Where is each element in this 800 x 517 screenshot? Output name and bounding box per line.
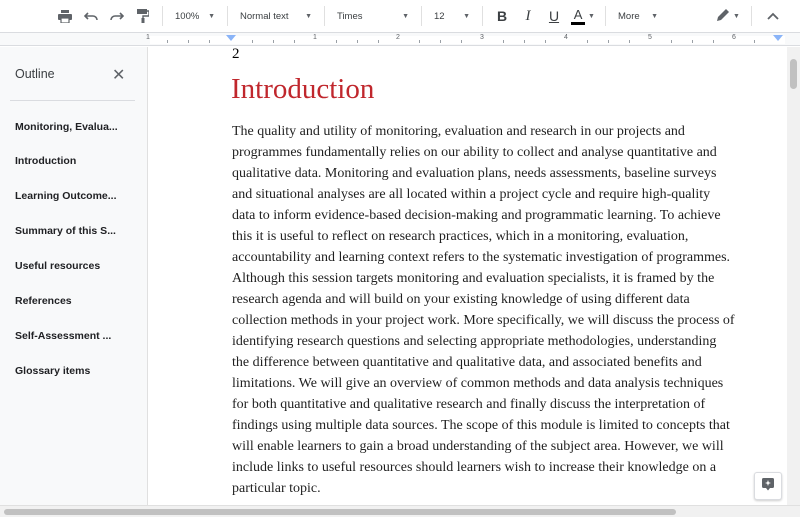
paragraph-line: the difference between quantitative and …	[232, 355, 702, 370]
bold-button[interactable]: B	[489, 0, 515, 33]
toolbar-divider	[605, 6, 606, 26]
close-icon[interactable]: ✕	[112, 65, 125, 85]
chevron-down-icon: ▼	[733, 12, 740, 20]
font-size-value: 12	[434, 10, 445, 22]
toolbar-divider	[482, 6, 483, 26]
paint-format-icon[interactable]	[130, 0, 156, 33]
ruler-number: 5	[648, 34, 652, 41]
document-paragraph[interactable]: The quality and utility of monitoring, e…	[232, 121, 787, 499]
ruler[interactable]: 1 1 2 3 4 5 6	[0, 33, 800, 46]
paragraph-line: will enable learners to gain a broad und…	[232, 439, 724, 454]
outline-divider	[10, 100, 135, 101]
paragraph-line: include links to useful resources should…	[232, 460, 717, 475]
font-size-select[interactable]: 12 ▼	[428, 0, 476, 33]
horizontal-scroll-thumb[interactable]	[4, 509, 676, 515]
ruler-number: 3	[480, 34, 484, 41]
undo-icon[interactable]	[78, 0, 104, 33]
right-indent-marker[interactable]	[773, 35, 783, 41]
outline-item[interactable]: Self-Assessment ...	[15, 330, 111, 342]
paragraph-line: research agenda and will build on your e…	[232, 292, 690, 307]
style-select[interactable]: Normal text ▼	[234, 0, 318, 33]
chevron-down-icon: ▼	[588, 12, 595, 20]
font-value: Times	[337, 10, 363, 22]
explore-button[interactable]	[754, 472, 782, 500]
explore-icon	[761, 477, 775, 496]
ruler-number: 6	[732, 34, 736, 41]
paragraph-line: accountability and learning context refe…	[232, 250, 731, 265]
paragraph-line: particular topic.	[232, 481, 321, 496]
outline-item[interactable]: Summary of this S...	[15, 225, 116, 237]
paragraph-line: for both quantitative and qualitative re…	[232, 397, 706, 412]
chevron-down-icon: ▼	[463, 12, 470, 20]
paragraph-line: The quality and utility of monitoring, e…	[232, 124, 685, 139]
paragraph-line: findings using multiple data sources. Th…	[232, 418, 730, 433]
outline-panel: Outline ✕ Monitoring, Evalua... Introduc…	[0, 47, 148, 505]
outline-item[interactable]: Monitoring, Evalua...	[15, 121, 118, 133]
underline-button[interactable]: U	[541, 0, 567, 33]
outline-item[interactable]: Introduction	[15, 155, 76, 167]
toolbar-divider	[751, 6, 752, 26]
page-number: 2	[232, 46, 240, 62]
toolbar-divider	[227, 6, 228, 26]
paragraph-line: data to inform evidence-based decision-m…	[232, 208, 721, 223]
zoom-select[interactable]: 100% ▼	[169, 0, 221, 33]
document-heading[interactable]: Introduction	[231, 73, 374, 106]
vertical-scrollbar[interactable]	[787, 47, 800, 505]
chevron-down-icon: ▼	[305, 12, 312, 20]
left-indent-marker[interactable]	[226, 35, 236, 41]
outline-title: Outline	[15, 67, 55, 81]
outline-item[interactable]: References	[15, 295, 72, 307]
redo-icon[interactable]	[104, 0, 130, 33]
vertical-scroll-thumb[interactable]	[790, 59, 797, 89]
paragraph-line: limitations. We will give an overview of…	[232, 376, 724, 391]
more-button[interactable]: More ▼	[612, 0, 664, 33]
text-color-letter: A	[573, 6, 583, 22]
paragraph-line: Although this session targets monitoring…	[232, 271, 715, 286]
chevron-down-icon: ▼	[651, 12, 658, 20]
horizontal-scrollbar[interactable]	[0, 505, 800, 517]
outline-item[interactable]: Glossary items	[15, 365, 90, 377]
chevron-down-icon: ▼	[402, 12, 409, 20]
more-label: More	[618, 10, 640, 22]
outline-item[interactable]: Useful resources	[15, 260, 100, 272]
toolbar-divider	[162, 6, 163, 26]
italic-button[interactable]: I	[515, 0, 541, 33]
toolbar-divider	[421, 6, 422, 26]
edit-mode-icon	[716, 8, 730, 25]
outline-item[interactable]: Learning Outcome...	[15, 190, 117, 202]
ruler-number: 4	[564, 34, 568, 41]
zoom-value: 100%	[175, 10, 200, 22]
paragraph-line: qualitative data. Monitoring and evaluat…	[232, 166, 717, 181]
text-color-button[interactable]: A ▼	[567, 0, 599, 33]
ruler-number: 2	[396, 34, 400, 41]
font-select[interactable]: Times ▼	[331, 0, 415, 33]
print-icon[interactable]	[52, 0, 78, 33]
ruler-number: 1	[146, 34, 150, 41]
paragraph-line: programmes fundamentally relies on our a…	[232, 145, 717, 160]
ruler-number: 1	[313, 34, 317, 41]
edit-mode-button[interactable]: ▼	[711, 0, 745, 33]
paragraph-line: collection methods in your project work.…	[232, 313, 735, 328]
paragraph-line: this it is useful to reflect on research…	[232, 229, 689, 244]
paragraph-line: identifying research questions and selec…	[232, 334, 717, 349]
text-color-icon: A	[571, 6, 586, 25]
style-value: Normal text	[240, 10, 289, 22]
toolbar-divider	[324, 6, 325, 26]
toolbar: 100% ▼ Normal text ▼ Times ▼ 12 ▼ B I U …	[0, 0, 800, 33]
chevron-down-icon: ▼	[208, 12, 215, 20]
paragraph-line: and situational analyses are all located…	[232, 187, 711, 202]
collapse-icon[interactable]	[758, 0, 788, 33]
